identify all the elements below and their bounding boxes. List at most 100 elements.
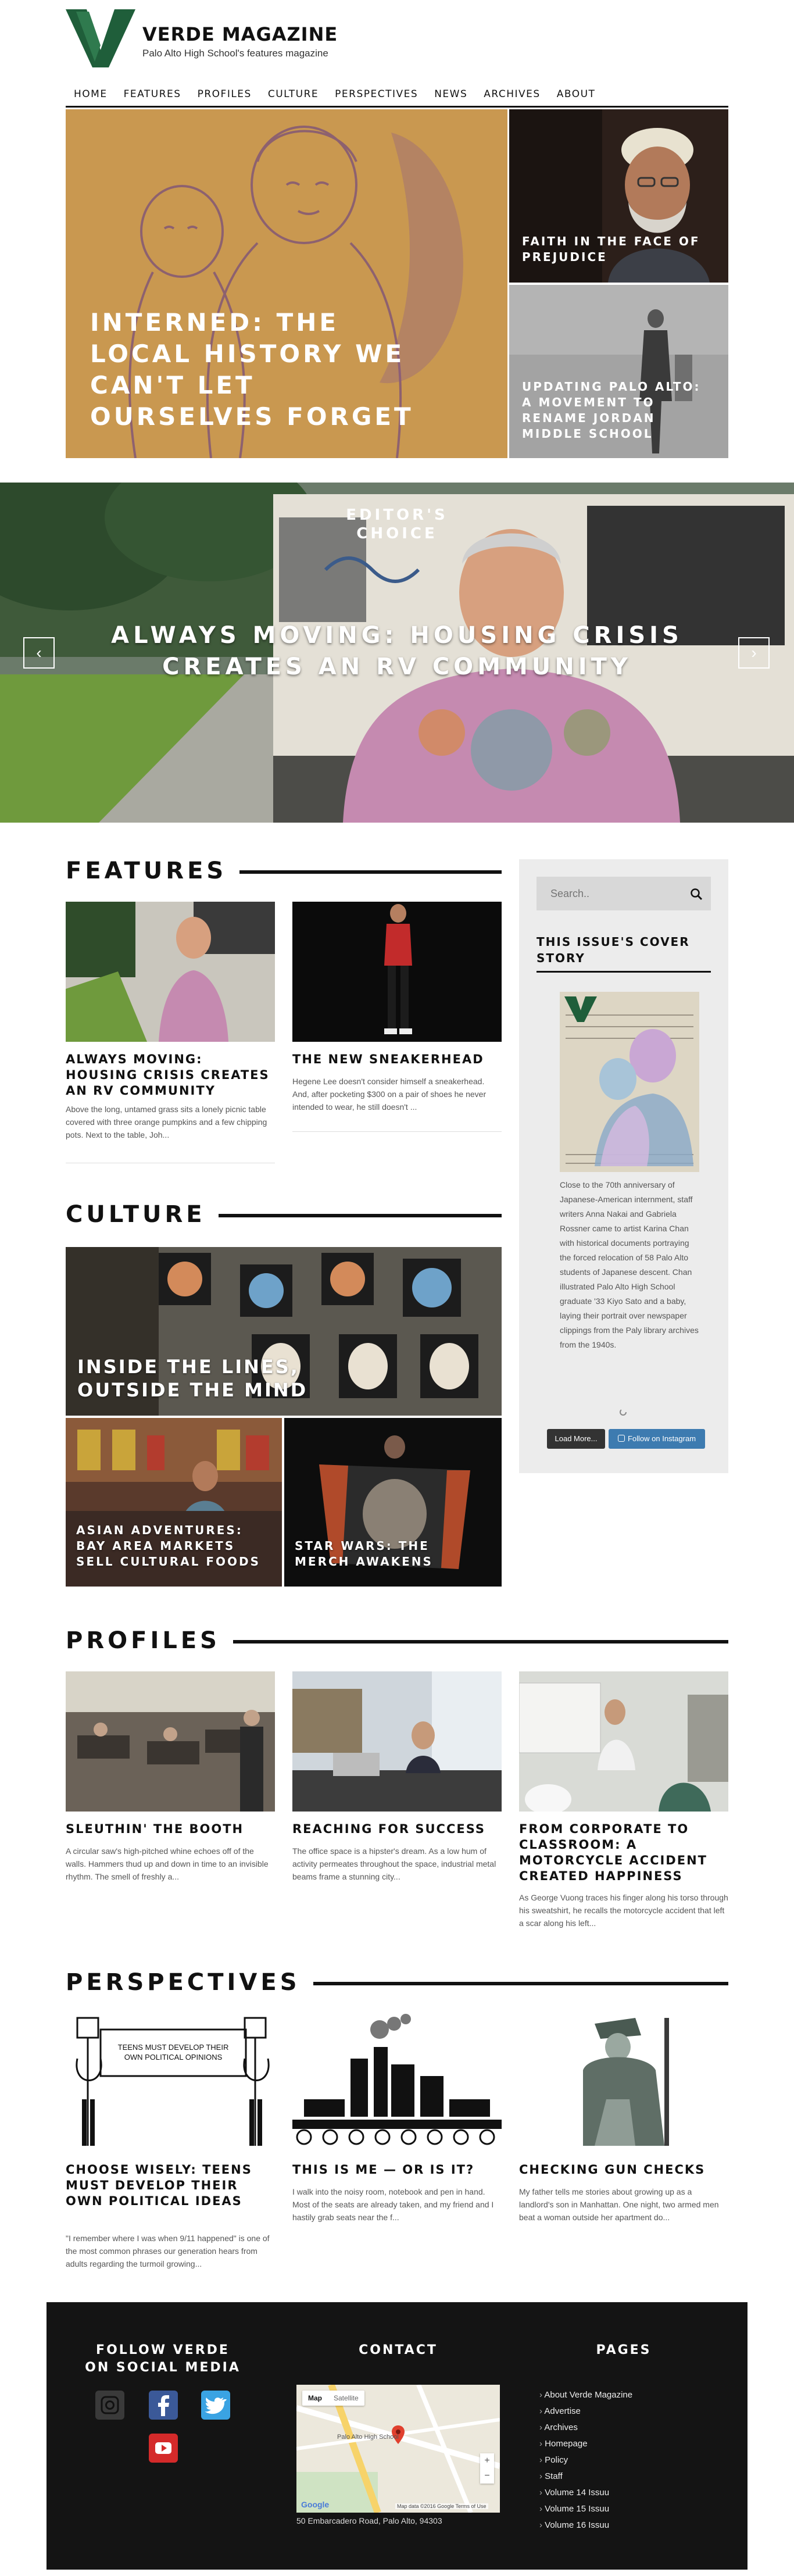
nav-profiles[interactable]: PROFILES xyxy=(189,83,260,105)
footer-link-about[interactable]: About Verde Magazine xyxy=(539,2389,632,2401)
perspectives-heading-text[interactable]: PERSPECTIVES xyxy=(66,1968,313,1997)
twitter-icon[interactable] xyxy=(201,2391,230,2420)
culture-heading: CULTURE xyxy=(66,1200,502,1229)
footer-link-policy[interactable]: Policy xyxy=(539,2454,568,2466)
teacher-classroom-photo xyxy=(519,1671,728,1812)
profile-3-image[interactable] xyxy=(519,1671,728,1812)
card-divider xyxy=(292,1131,502,1132)
nav-home[interactable]: HOME xyxy=(66,83,116,105)
top-story-right-top[interactable]: FAITH IN THE FACE OF PREJUDICE xyxy=(509,109,728,283)
profile-2-excerpt: The office space is a hipster's dream. A… xyxy=(292,1846,496,1881)
footer-link-volume-15[interactable]: Volume 15 Issuu xyxy=(539,2503,609,2515)
booth-classroom-photo xyxy=(66,1671,275,1812)
nav-about[interactable]: ABOUT xyxy=(549,83,604,105)
site-logo[interactable]: VERDE MAGAZINE Palo Alto High School's f… xyxy=(66,9,339,67)
slider-headline[interactable]: ALWAYS MOVING: HOUSING CRISIS CREATES AN… xyxy=(87,620,707,683)
rv-man-photo xyxy=(66,902,275,1042)
colonial-soldier-illustration xyxy=(519,2012,728,2152)
zoom-control: + − xyxy=(480,2453,494,2484)
map-tab[interactable]: Map xyxy=(302,2391,328,2406)
footer-link-archives[interactable]: Archives xyxy=(539,2422,578,2434)
facebook-icon[interactable] xyxy=(149,2391,178,2420)
search-icon[interactable] xyxy=(690,888,703,901)
culture-tile-2-title: ASIAN ADVENTURES: BAY AREA MARKETS SELL … xyxy=(76,1523,261,1569)
feature-1-excerpt: Above the long, untamed grass sits a lon… xyxy=(66,1105,267,1139)
nav-culture[interactable]: CULTURE xyxy=(260,83,327,105)
footer-link-volume-16[interactable]: Volume 16 Issuu xyxy=(539,2520,609,2531)
load-more-button[interactable]: Load More... xyxy=(547,1429,605,1449)
footer-contact-heading: CONTACT xyxy=(359,2343,438,2357)
culture-tile-1-title: INSIDE THE LINES, OUTSIDE THE MIND xyxy=(77,1356,308,1401)
map-marker-label: Palo Alto High School xyxy=(337,2434,399,2441)
culture-tile-1[interactable]: INSIDE THE LINES, OUTSIDE THE MIND xyxy=(66,1247,502,1416)
top-story-main[interactable]: INTERNED: THE LOCAL HISTORY WE CAN'T LET… xyxy=(66,109,507,458)
cover-story-heading: THIS ISSUE'S COVER STORY xyxy=(537,934,711,973)
nav-features[interactable]: FEATURES xyxy=(116,83,189,105)
perspective-1-title[interactable]: CHOOSE WISELY: TEENS MUST DEVELOP THEIR … xyxy=(66,2162,275,2209)
main-nav: HOME FEATURES PROFILES CULTURE PERSPECTI… xyxy=(66,83,728,108)
zoom-out-icon[interactable]: − xyxy=(480,2468,494,2484)
footer-pages-heading: PAGES xyxy=(596,2343,652,2357)
perspective-3-title[interactable]: CHECKING GUN CHECKS xyxy=(519,2162,728,2178)
culture-tile-2[interactable]: ASIAN ADVENTURES: BAY AREA MARKETS SELL … xyxy=(66,1418,282,1587)
map-credits: Map data ©2016 Google Terms of Use xyxy=(395,2503,488,2509)
profile-1-image[interactable] xyxy=(66,1671,275,1812)
site-footer: FOLLOW VERDE ON SOCIAL MEDIA CONTACT PAG… xyxy=(47,2302,747,2570)
instagram-icon[interactable] xyxy=(95,2391,124,2420)
cover-illustration[interactable] xyxy=(560,992,699,1172)
search-input[interactable] xyxy=(537,877,682,910)
profile-2-image[interactable] xyxy=(292,1671,502,1812)
site-title: VERDE MAGAZINE xyxy=(142,23,338,45)
satellite-tab[interactable]: Satellite xyxy=(328,2391,364,2406)
nav-perspectives[interactable]: PERSPECTIVES xyxy=(327,83,426,105)
uncle-sam-illustration xyxy=(66,2012,275,2152)
follow-instagram-button[interactable]: Follow on Instagram xyxy=(609,1429,705,1449)
nav-archives[interactable]: ARCHIVES xyxy=(475,83,548,105)
profile-1-excerpt: A circular saw's high-pitched whine echo… xyxy=(66,1846,269,1881)
perspective-1-image[interactable]: TEENS MUST DEVELOP THEIR OWN POLITICAL O… xyxy=(66,2012,275,2152)
footer-link-homepage[interactable]: Homepage xyxy=(539,2438,587,2450)
perspective-2-title[interactable]: THIS IS ME — OR IS IT? xyxy=(292,2162,502,2178)
youtube-icon[interactable] xyxy=(149,2434,178,2463)
footer-link-advertise[interactable]: Advertise xyxy=(539,2406,581,2417)
features-heading: FEATURES xyxy=(66,856,502,885)
profiles-heading-text[interactable]: PROFILES xyxy=(66,1626,233,1655)
profile-2-title[interactable]: REACHING FOR SUCCESS xyxy=(292,1821,502,1837)
zoom-in-icon[interactable]: + xyxy=(480,2453,494,2468)
location-map[interactable]: Map Satellite Palo Alto High School + − G… xyxy=(296,2385,500,2513)
feature-2-title[interactable]: THE NEW SNEAKERHEAD xyxy=(292,1052,502,1067)
verde-v-logo-icon xyxy=(66,9,135,67)
profile-3-title[interactable]: FROM CORPORATE TO CLASSROOM: A MOTORCYCL… xyxy=(519,1821,728,1884)
top-story-right-bottom-title: UPDATING PALO ALTO: A MOVEMENT TO RENAME… xyxy=(522,380,701,441)
top-story-right-top-title: FAITH IN THE FACE OF PREJUDICE xyxy=(522,234,700,264)
nav-news[interactable]: NEWS xyxy=(426,83,475,105)
search-box xyxy=(537,877,711,910)
features-heading-text[interactable]: FEATURES xyxy=(66,856,240,885)
top-story-main-title: INTERNED: THE LOCAL HISTORY WE CAN'T LET… xyxy=(90,308,414,431)
profile-1-title[interactable]: SLEUTHIN' THE BOOTH xyxy=(66,1821,275,1837)
top-story-right-bottom[interactable]: UPDATING PALO ALTO: A MOVEMENT TO RENAME… xyxy=(509,285,728,458)
culture-tile-3-title: STAR WARS: THE MERCH AWAKENS xyxy=(295,1539,433,1569)
perspective-1-excerpt: "I remember where I was when 9/11 happen… xyxy=(66,2234,270,2268)
cover-story-text: Close to the 70th anniversary of Japanes… xyxy=(560,1180,699,1349)
follow-instagram-label: Follow on Instagram xyxy=(627,1434,696,1443)
editors-choice-slider[interactable]: EDITOR'S CHOICE ALWAYS MOVING: HOUSING C… xyxy=(0,483,794,823)
footer-link-volume-14[interactable]: Volume 14 Issuu xyxy=(539,2487,609,2499)
perspective-2-image[interactable] xyxy=(292,2012,502,2152)
slider-next-button[interactable]: › xyxy=(738,637,770,669)
map-type-control: Map Satellite xyxy=(302,2391,364,2406)
office-worker-photo xyxy=(292,1671,502,1812)
editors-choice-label: EDITOR'S CHOICE xyxy=(346,506,448,542)
culture-tile-3[interactable]: STAR WARS: THE MERCH AWAKENS xyxy=(284,1418,502,1587)
culture-heading-text[interactable]: CULTURE xyxy=(66,1200,219,1229)
google-logo: Google xyxy=(301,2500,330,2509)
site-tagline: Palo Alto High School's features magazin… xyxy=(142,48,328,59)
instagram-icon xyxy=(617,1435,625,1442)
footer-link-staff[interactable]: Staff xyxy=(539,2471,563,2482)
perspective-3-image[interactable] xyxy=(519,2012,728,2152)
feature-1-title[interactable]: ALWAYS MOVING: HOUSING CRISIS CREATES AN… xyxy=(66,1052,275,1099)
sneakerhead-photo xyxy=(292,902,502,1042)
feature-2-image[interactable] xyxy=(292,902,502,1042)
slider-prev-button[interactable]: ‹ xyxy=(23,637,55,669)
feature-1-image[interactable] xyxy=(66,902,275,1042)
